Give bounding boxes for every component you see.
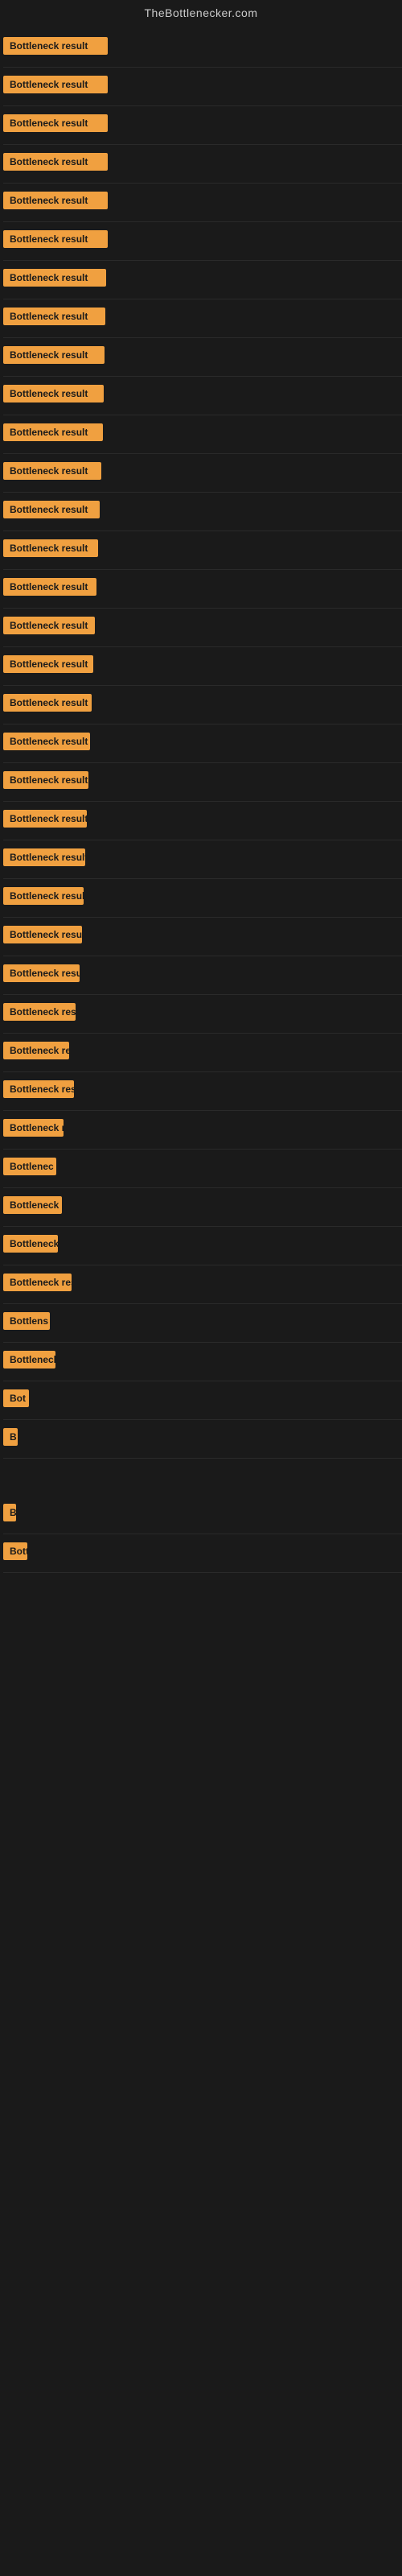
list-item: Bottleneck r bbox=[3, 1111, 402, 1150]
bottleneck-badge[interactable]: Bot bbox=[3, 1389, 29, 1407]
bottleneck-badge[interactable]: Bottleneck result bbox=[3, 810, 87, 828]
list-item: B bbox=[3, 1420, 402, 1459]
bottleneck-badge[interactable]: Bottlens bbox=[3, 1312, 50, 1330]
bottleneck-badge[interactable]: Bottleneck result bbox=[3, 733, 90, 750]
list-item: Bottleneck result bbox=[3, 106, 402, 145]
list-item: Bottleneck result bbox=[3, 763, 402, 802]
bottleneck-badge[interactable]: Bottleneck result bbox=[3, 578, 96, 596]
bottleneck-badge[interactable]: Bottleneck result bbox=[3, 926, 82, 943]
list-item: Bottlenec bbox=[3, 1150, 402, 1188]
list-item: Bottleneck result bbox=[3, 338, 402, 377]
list-item: Bottleneck result bbox=[3, 261, 402, 299]
bottleneck-badge[interactable]: Bottleneck result bbox=[3, 462, 101, 480]
list-item: Bot bbox=[3, 1381, 402, 1420]
bottleneck-badge[interactable]: Bottleneck result bbox=[3, 385, 104, 402]
list-item: Bottleneck result bbox=[3, 493, 402, 531]
bottleneck-badge[interactable]: Bottleneck result bbox=[3, 192, 108, 209]
list-item: Bottleneck result bbox=[3, 609, 402, 647]
list-item: Bottleneck result bbox=[3, 377, 402, 415]
spacer-row bbox=[3, 1459, 402, 1496]
bottleneck-badge[interactable]: Bottleneck result bbox=[3, 1080, 74, 1098]
site-title: TheBottlenecker.com bbox=[144, 6, 257, 19]
list-item: Bottleneck result bbox=[3, 570, 402, 609]
bottleneck-badge[interactable]: Bottleneck result bbox=[3, 848, 85, 866]
list-item: Bottleneck result bbox=[3, 995, 402, 1034]
bottleneck-badge[interactable]: Bottleneck result bbox=[3, 346, 105, 364]
bottleneck-badge[interactable]: Bottleneck result bbox=[3, 423, 103, 441]
list-item: Bottlens bbox=[3, 1304, 402, 1343]
list-item: Bottleneck result bbox=[3, 531, 402, 570]
bottleneck-badge[interactable]: Bottleneck result bbox=[3, 964, 80, 982]
list-item: Bottleneck bbox=[3, 1343, 402, 1381]
list-item: Bottleneck result bbox=[3, 647, 402, 686]
bottleneck-badge[interactable]: Bottleneck re bbox=[3, 1042, 69, 1059]
list-item: Bott bbox=[3, 1534, 402, 1573]
list-item: Bottleneck r bbox=[3, 1188, 402, 1227]
bottleneck-badge[interactable]: Bottleneck result bbox=[3, 771, 88, 789]
list-item: Bottleneck bbox=[3, 1227, 402, 1265]
bottleneck-badge[interactable]: B bbox=[3, 1504, 16, 1521]
bottleneck-badge[interactable]: Bottleneck result bbox=[3, 694, 92, 712]
list-item: Bottleneck result bbox=[3, 918, 402, 956]
list-item: Bottleneck result bbox=[3, 956, 402, 995]
bottleneck-badge[interactable]: Bott bbox=[3, 1542, 27, 1560]
list-item: Bottleneck result bbox=[3, 145, 402, 184]
bottleneck-badge[interactable]: Bottleneck r bbox=[3, 1196, 62, 1214]
bottleneck-badge[interactable]: B bbox=[3, 1428, 18, 1446]
list-item: Bottleneck res bbox=[3, 1265, 402, 1304]
bottleneck-badge[interactable]: Bottleneck result bbox=[3, 501, 100, 518]
list-item: Bottleneck result bbox=[3, 802, 402, 840]
list-item: B bbox=[3, 1496, 402, 1534]
bottleneck-badge[interactable]: Bottleneck result bbox=[3, 230, 108, 248]
bottleneck-badge[interactable]: Bottleneck r bbox=[3, 1119, 64, 1137]
bottleneck-badge[interactable]: Bottleneck result bbox=[3, 308, 105, 325]
bottleneck-badge[interactable]: Bottleneck result bbox=[3, 655, 93, 673]
bottleneck-badge[interactable]: Bottleneck result bbox=[3, 887, 84, 905]
site-header: TheBottlenecker.com bbox=[0, 0, 402, 29]
bottleneck-badge[interactable]: Bottleneck bbox=[3, 1235, 58, 1253]
bottleneck-badge[interactable]: Bottlenec bbox=[3, 1158, 56, 1175]
bottleneck-badge[interactable]: Bottleneck result bbox=[3, 114, 108, 132]
bottleneck-badge[interactable]: Bottleneck result bbox=[3, 539, 98, 557]
list-item: Bottleneck result bbox=[3, 415, 402, 454]
bottleneck-list: Bottleneck result Bottleneck result Bottle… bbox=[0, 29, 402, 1573]
list-item: Bottleneck result bbox=[3, 1072, 402, 1111]
list-item: Bottleneck re bbox=[3, 1034, 402, 1072]
bottleneck-badge[interactable]: Bottleneck result bbox=[3, 1003, 76, 1021]
bottleneck-badge[interactable]: Bottleneck result bbox=[3, 617, 95, 634]
list-item: Bottleneck result bbox=[3, 724, 402, 763]
bottleneck-badge[interactable]: Bottleneck result bbox=[3, 76, 108, 93]
bottleneck-badge[interactable]: Bottleneck result bbox=[3, 153, 108, 171]
list-item: Bottleneck result bbox=[3, 68, 402, 106]
bottleneck-badge[interactable]: Bottleneck bbox=[3, 1351, 55, 1368]
list-item: Bottleneck result bbox=[3, 454, 402, 493]
bottleneck-badge[interactable]: Bottleneck result bbox=[3, 269, 106, 287]
list-item: Bottleneck result bbox=[3, 299, 402, 338]
list-item: Bottleneck result bbox=[3, 686, 402, 724]
list-item: Bottleneck result bbox=[3, 840, 402, 879]
bottleneck-badge[interactable]: Bottleneck res bbox=[3, 1274, 72, 1291]
list-item: Bottleneck result bbox=[3, 879, 402, 918]
bottleneck-badge[interactable]: Bottleneck result bbox=[3, 37, 108, 55]
list-item: Bottleneck result bbox=[3, 184, 402, 222]
list-item: Bottleneck result bbox=[3, 29, 402, 68]
list-item: Bottleneck result bbox=[3, 222, 402, 261]
